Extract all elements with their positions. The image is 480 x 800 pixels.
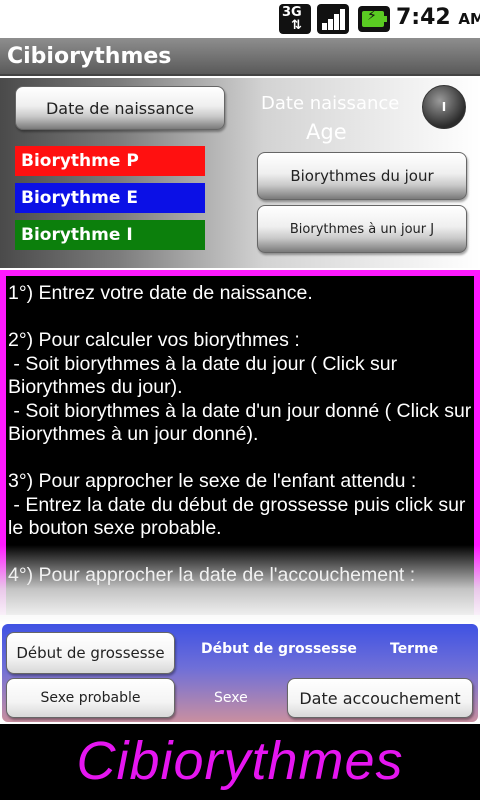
battery-charging-icon: ⚡ (358, 6, 390, 32)
biorhythm-i-label: Biorythme I (15, 220, 205, 250)
clock: 7:42 AM (396, 5, 480, 30)
biorhythm-p-label: Biorythme P (15, 146, 205, 176)
term-label: Terme (390, 641, 439, 657)
probable-sex-button[interactable]: Sexe probable (6, 678, 175, 718)
delivery-date-button[interactable]: Date accouchement (287, 678, 473, 718)
signal-icon (317, 4, 349, 34)
birth-date-button[interactable]: Date de naissance (15, 86, 225, 130)
clock-time: 7:42 (396, 5, 451, 30)
biorhythm-e-label: Biorythme E (15, 183, 205, 213)
app-title: Cibiorythmes (7, 44, 172, 69)
pregnancy-start-label: Début de grossesse (201, 641, 357, 657)
biorhythm-p-text: Biorythme P (21, 151, 139, 171)
app-title-bar: Cibiorythmes (0, 38, 480, 76)
banner-logo-text: Cibiorythmes (76, 731, 404, 791)
instructions-text: 1°) Entrez votre date de naissance. 2°) … (8, 282, 472, 586)
app-banner: Cibiorythmes (0, 724, 480, 800)
info-button[interactable]: I (422, 85, 466, 129)
instructions-fade (0, 545, 480, 625)
3g-icon: 3G ⇅ (279, 4, 311, 34)
biorhythm-e-text: Biorythme E (21, 188, 138, 208)
info-icon: I (441, 100, 447, 114)
sex-label: Sexe (214, 690, 248, 706)
biorhythms-today-button[interactable]: Biorythmes du jour (257, 152, 467, 200)
biorhythms-day-j-button[interactable]: Biorythmes à un jour J (257, 205, 467, 253)
clock-ampm: AM (458, 10, 480, 28)
biorhythm-i-text: Biorythme I (21, 225, 133, 245)
birth-date-label: Date naissance (261, 93, 400, 114)
age-label: Age (306, 120, 347, 144)
status-bar: 3G ⇅ ⚡ 7:42 AM (0, 0, 480, 38)
pregnancy-start-button[interactable]: Début de grossesse (6, 632, 175, 674)
data-activity-arrows: ⇅ (291, 18, 302, 33)
